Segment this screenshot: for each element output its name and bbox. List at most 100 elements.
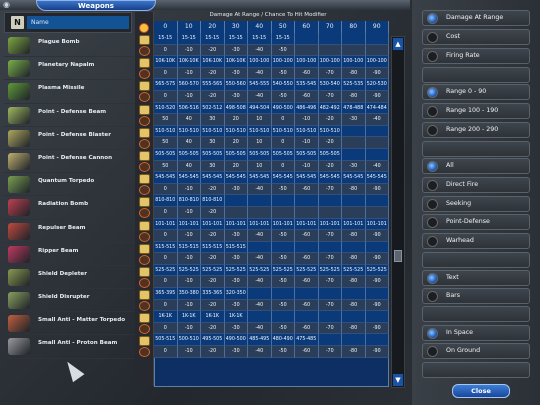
blank-button[interactable] bbox=[422, 306, 530, 322]
weapon-row[interactable]: Ripper Beam bbox=[4, 243, 134, 266]
option-range-200-290[interactable]: Range 200 - 290 bbox=[422, 122, 530, 138]
scroll-up-button[interactable]: ▲ bbox=[393, 38, 403, 50]
weapon-row[interactable]: Small Anti - Proton Beam bbox=[4, 335, 134, 359]
table-cell: 505-505 bbox=[271, 148, 295, 161]
option-in-space[interactable]: In Space bbox=[422, 325, 530, 341]
table-cell: 101-101 bbox=[248, 218, 272, 231]
option-direct-fire[interactable]: Direct Fire bbox=[422, 177, 530, 193]
weapon-data-row: 15-15 15-15 15-15 15-15 15-15 15-15 0 -10 -20 -30… bbox=[154, 33, 389, 57]
blank-button[interactable] bbox=[422, 252, 530, 268]
weapon-name: Quantum Torpedo bbox=[38, 178, 95, 185]
table-cell: -20 bbox=[201, 206, 225, 219]
vertical-scrollbar[interactable]: ▲ ▼ bbox=[391, 36, 405, 388]
option-damage-at-range[interactable]: Damage At Range bbox=[422, 10, 530, 26]
weapon-row[interactable]: Repulser Beam bbox=[4, 220, 134, 243]
weapon-row[interactable]: Radiation Bomb bbox=[4, 196, 134, 220]
scroll-thumb[interactable] bbox=[394, 250, 402, 262]
table-cell: 525-525 bbox=[271, 264, 295, 277]
option-range-0-90[interactable]: Range 0 - 90 bbox=[422, 84, 530, 100]
weapon-row[interactable]: Plasma Missile bbox=[4, 80, 134, 104]
table-cell: -90 bbox=[365, 276, 389, 289]
sort-n-button[interactable]: N bbox=[11, 16, 24, 29]
table-cell: -60 bbox=[295, 230, 319, 242]
weapon-row[interactable]: Small Anti - Matter Torpedo bbox=[4, 312, 134, 336]
table-cell: 490-500 bbox=[224, 334, 248, 347]
option-warhead[interactable]: Warhead bbox=[422, 233, 530, 249]
weapon-row[interactable]: Planetary Napalm bbox=[4, 57, 134, 81]
table-cell bbox=[365, 137, 389, 149]
table-cell bbox=[295, 241, 319, 254]
option-label: Bars bbox=[446, 292, 461, 299]
radio-icon bbox=[427, 13, 438, 24]
option-cost[interactable]: Cost bbox=[422, 29, 530, 45]
option-all[interactable]: All bbox=[422, 158, 530, 174]
weapon-data-row: 515-515 515-515 515-515 515-515 0 -10 -20 -30 -4… bbox=[154, 241, 389, 265]
weapon-row[interactable]: Point - Defense Cannon bbox=[4, 150, 134, 174]
damage-row: 510-520 506-516 502-512 498-508 494-504 490-5… bbox=[154, 102, 389, 115]
table-cell bbox=[224, 195, 248, 207]
eye-icon[interactable]: ◉ bbox=[3, 0, 21, 10]
option-range-100-190[interactable]: Range 100 - 190 bbox=[422, 103, 530, 119]
table-cell bbox=[365, 206, 389, 219]
weapon-row[interactable]: Shield Depleter bbox=[4, 266, 134, 290]
table-cell bbox=[365, 125, 389, 138]
table-cell: 101-101 bbox=[177, 218, 201, 231]
blank-button[interactable] bbox=[422, 141, 530, 157]
damage-row: 545-545 545-545 545-545 545-545 545-545 545-5… bbox=[154, 172, 389, 184]
option-label: Cost bbox=[446, 33, 460, 40]
weapon-row[interactable]: Point - Defense Blaster bbox=[4, 127, 134, 150]
table-cell: -40 bbox=[248, 90, 272, 103]
table-cell bbox=[342, 33, 366, 45]
table-cell: -20 bbox=[201, 299, 225, 312]
scroll-down-button[interactable]: ▼ bbox=[393, 374, 403, 386]
option-bars[interactable]: Bars bbox=[422, 288, 530, 304]
table-cell: -20 bbox=[201, 322, 225, 335]
option-point-defense[interactable]: Point-Defense bbox=[422, 214, 530, 230]
table-cell: 0 bbox=[271, 160, 295, 173]
close-button[interactable]: Close bbox=[452, 384, 510, 398]
table-cell: 515-515 bbox=[154, 241, 178, 254]
range-header-40: 40 bbox=[248, 21, 272, 33]
table-cell: 0 bbox=[154, 276, 178, 289]
weapon-icon bbox=[8, 176, 30, 194]
option-text[interactable]: Text bbox=[422, 270, 530, 286]
option-seeking[interactable]: Seeking bbox=[422, 196, 530, 212]
table-cell: 40 bbox=[177, 160, 201, 173]
weapon-name: Plasma Missile bbox=[38, 85, 85, 92]
damage-icon bbox=[139, 266, 150, 277]
table-cell: -80 bbox=[342, 230, 366, 242]
blank-button[interactable] bbox=[422, 362, 530, 378]
damage-row: 510-510 510-510 510-510 510-510 510-510 510-5… bbox=[154, 125, 389, 138]
weapon-data-row: 525-525 525-525 525-525 525-525 525-525 525-5… bbox=[154, 264, 389, 289]
table-cell: -80 bbox=[342, 346, 366, 358]
damage-grid: 15-15 15-15 15-15 15-15 15-15 15-15 0 -10 -20 -30… bbox=[154, 33, 389, 358]
table-cell bbox=[365, 311, 389, 323]
weapon-row[interactable]: Quantum Torpedo bbox=[4, 173, 134, 197]
table-cell: 535-545 bbox=[295, 79, 319, 91]
table-cell: -50 bbox=[271, 322, 295, 335]
option-on-ground[interactable]: On Ground bbox=[422, 343, 530, 359]
table-cell: -20 bbox=[201, 346, 225, 358]
name-sort-button[interactable]: Name bbox=[27, 16, 129, 29]
table-cell: -40 bbox=[248, 44, 272, 57]
damage-icon bbox=[139, 336, 150, 347]
weapon-data-row: 545-545 545-545 545-545 545-545 545-545 545-5… bbox=[154, 172, 389, 196]
blank-button[interactable] bbox=[422, 67, 530, 83]
table-cell: 0 bbox=[154, 230, 178, 242]
table-cell: -30 bbox=[224, 67, 248, 80]
table-cell bbox=[318, 195, 342, 207]
table-cell: 490-500 bbox=[271, 102, 295, 115]
weapon-row[interactable]: Shield Disrupter bbox=[4, 289, 134, 313]
modifier-icons bbox=[137, 34, 152, 359]
weapon-row[interactable]: Plague Bomb bbox=[4, 34, 134, 58]
table-cell: 505-505 bbox=[224, 148, 248, 161]
table-cell: -60 bbox=[295, 90, 319, 103]
table-cell: 510-510 bbox=[177, 125, 201, 138]
table-cell: 525-525 bbox=[201, 264, 225, 277]
table-cell: 0 bbox=[154, 44, 178, 57]
option-label: Firing Rate bbox=[446, 52, 480, 59]
weapon-name: Radiation Bomb bbox=[38, 201, 89, 208]
option-firing-rate[interactable]: Firing Rate bbox=[422, 48, 530, 64]
weapon-name: Plague Bomb bbox=[38, 39, 80, 45]
weapon-row[interactable]: Point - Defense Beam bbox=[4, 104, 134, 127]
